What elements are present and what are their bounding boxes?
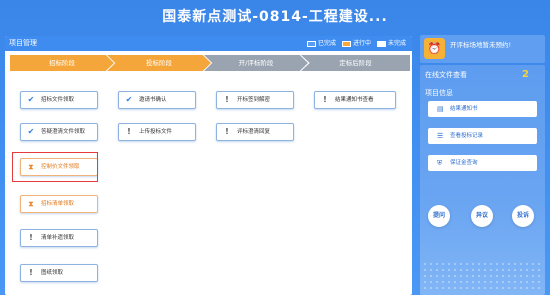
tender-doc-collect-button[interactable]: ✔ 招标文件领取 xyxy=(20,91,98,109)
button-label: 上传投标文件 xyxy=(139,129,173,135)
button-label: 招标清单领取 xyxy=(41,201,75,207)
page-title: 国泰新点测试-0814-工程建设... xyxy=(162,9,388,25)
button-label: 查看投标记录 xyxy=(450,133,484,139)
bill-collect-button[interactable]: ⧗ 招标清单领取 xyxy=(20,195,98,213)
document-icon: ▤ xyxy=(437,105,444,113)
check-icon: ✔ xyxy=(125,95,133,104)
panel-header: 项目管理 已完成 进行中 未完成 xyxy=(5,36,412,51)
project-management-panel: 项目管理 已完成 进行中 未完成 招标阶段 投标阶段 开/评标阶段 定标后阶段 … xyxy=(5,36,412,295)
button-label: 招标文件领取 xyxy=(41,97,75,103)
button-label: 图纸领取 xyxy=(41,270,64,276)
step-opening-evaluation[interactable]: 开/评标阶段 xyxy=(204,55,308,71)
exclamation-icon: ! xyxy=(323,95,327,104)
button-label: 清单补遗领取 xyxy=(41,235,75,241)
exclamation-icon: ! xyxy=(29,233,33,242)
side-panel: 在线文件查看 2 项目信息 ▤ 结果通知书 ☰ 查看投标记录 ⛨ 保证金查询 提… xyxy=(420,65,545,295)
online-files-title[interactable]: 在线文件查看 xyxy=(425,70,467,80)
legend-todo: 未完成 xyxy=(376,36,406,51)
result-notice-view-button[interactable]: ! 结果通知书查看 xyxy=(314,91,396,109)
exclamation-icon: ! xyxy=(225,95,229,104)
project-info-title: 项目信息 xyxy=(425,89,453,97)
panel-title: 项目管理 xyxy=(9,39,37,47)
shield-icon: ⛨ xyxy=(437,159,443,167)
button-label: 结果通知书查看 xyxy=(335,97,374,103)
legend-doing: 进行中 xyxy=(341,36,371,51)
exclamation-icon: ! xyxy=(127,127,131,136)
bill-supplement-collect-button[interactable]: ! 清单补遗领取 xyxy=(20,229,98,247)
legend-doing-swatch xyxy=(341,40,351,47)
decorative-dots xyxy=(422,261,542,293)
button-label: 答疑澄清文件领取 xyxy=(41,129,86,135)
list-icon: ☰ xyxy=(437,132,444,140)
upload-bid-doc-button[interactable]: ! 上传投标文件 xyxy=(118,123,196,141)
step-post-award[interactable]: 定标后阶段 xyxy=(301,55,410,71)
button-label: 开标签到解密 xyxy=(237,97,271,103)
button-label: 结果通知书 xyxy=(450,106,478,112)
result-notice-button[interactable]: ▤ 结果通知书 xyxy=(428,101,537,117)
legend-done: 已完成 xyxy=(306,36,336,51)
bid-record-button[interactable]: ☰ 查看投标记录 xyxy=(428,128,537,144)
invitation-confirm-button[interactable]: ✔ 邀请书确认 xyxy=(118,91,196,109)
exclamation-icon: ! xyxy=(29,268,33,277)
open-bid-decrypt-button[interactable]: ! 开标签到解密 xyxy=(216,91,294,109)
drawing-collect-button[interactable]: ! 图纸领取 xyxy=(20,264,98,282)
button-label: 评标澄清回复 xyxy=(237,129,271,135)
venue-notice-text: 开评标场地暂未预约! xyxy=(450,41,512,49)
check-icon: ✔ xyxy=(27,95,35,104)
online-files-count: 2 xyxy=(522,69,529,80)
objection-button[interactable]: 异议 xyxy=(471,205,493,227)
step-tender[interactable]: 招标阶段 xyxy=(10,55,114,71)
eval-clarify-reply-button[interactable]: ! 评标澄清回复 xyxy=(216,123,294,141)
legend-done-swatch xyxy=(306,40,316,47)
alarm-clock-icon: ⏰ xyxy=(424,38,445,59)
complaint-button[interactable]: 投诉 xyxy=(512,205,534,227)
button-label: 保证金查询 xyxy=(450,160,478,166)
selection-highlight xyxy=(12,152,98,182)
ask-button[interactable]: 提问 xyxy=(428,205,450,227)
venue-notice: ⏰ 开评标场地暂未预约! xyxy=(420,35,545,63)
check-icon: ✔ xyxy=(27,127,35,136)
legend-todo-swatch xyxy=(376,40,386,47)
exclamation-icon: ! xyxy=(225,127,229,136)
deposit-query-button[interactable]: ⛨ 保证金查询 xyxy=(428,155,537,171)
stage-steps: 招标阶段 投标阶段 开/评标阶段 定标后阶段 xyxy=(10,55,410,71)
hourglass-icon: ⧗ xyxy=(28,200,34,208)
button-label: 邀请书确认 xyxy=(139,97,167,103)
clarify-doc-collect-button[interactable]: ✔ 答疑澄清文件领取 xyxy=(20,123,98,141)
status-legend: 已完成 进行中 未完成 xyxy=(306,36,406,51)
step-bidding[interactable]: 投标阶段 xyxy=(107,55,211,71)
